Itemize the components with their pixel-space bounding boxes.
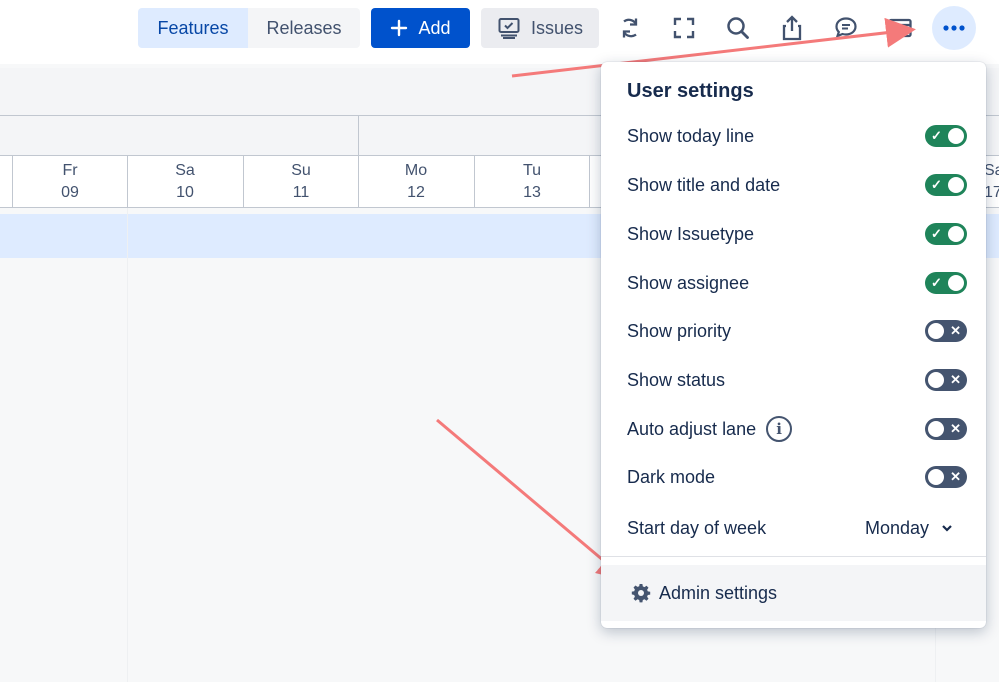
setting-label-group: Auto adjust lane i (627, 416, 793, 442)
popup-title: User settings (627, 80, 754, 102)
issues-button[interactable]: Issues (481, 8, 599, 48)
day-date: 09 (61, 184, 79, 201)
chevron-down-icon (942, 525, 952, 532)
day-of-week: Mo (404, 162, 428, 179)
admin-settings-link[interactable]: Admin settings (601, 565, 986, 621)
start-day-value: Monday (864, 517, 929, 538)
setting-label: Show priority (627, 320, 732, 341)
setting-label: Show status (627, 369, 726, 390)
day-date: 11 (292, 184, 310, 201)
app-root: Features Releases Add Issues Fr 09 Sa 10… (0, 0, 999, 682)
setting-row-assignee: Show assignee ✓ (627, 268, 967, 298)
plus-icon (391, 19, 408, 37)
day-date: 17 (984, 184, 999, 201)
setting-row-status: Show status ✕ (627, 365, 967, 395)
day-date: 13 (523, 184, 541, 201)
divider (601, 556, 986, 557)
setting-label: Auto adjust lane (627, 418, 757, 439)
setting-row-auto-adjust-lane: Auto adjust lane i ✕ (627, 414, 967, 444)
gear-icon (631, 584, 651, 603)
comment-icon[interactable] (828, 10, 864, 46)
info-icon[interactable]: i (766, 416, 793, 442)
grid-line (127, 208, 128, 682)
toggle-today-line[interactable]: ✓ (925, 125, 967, 147)
day-header: Sa 10 (127, 156, 242, 208)
day-header: Mo 12 (358, 156, 473, 208)
search-icon[interactable] (720, 10, 756, 46)
setting-label: Start day of week (627, 517, 767, 538)
setting-label: Show title and date (627, 174, 781, 195)
day-of-week: Sa (984, 162, 999, 179)
toggle-issuetype[interactable]: ✓ (925, 223, 967, 245)
admin-settings-label: Admin settings (659, 582, 778, 603)
start-day-select[interactable]: Monday (865, 518, 967, 539)
day-of-week: Tu (522, 162, 542, 179)
setting-row-issuetype: Show Issuetype ✓ (627, 219, 967, 249)
user-settings-popup: User settings Show today line ✓ Show tit… (601, 62, 986, 628)
setting-row-dark-mode: Dark mode ✕ (627, 462, 967, 492)
day-of-week: Su (291, 162, 311, 179)
toggle-priority[interactable]: ✕ (925, 320, 967, 342)
view-switcher: Features Releases (138, 8, 360, 48)
toggle-assignee[interactable]: ✓ (925, 272, 967, 294)
toggle-dark-mode[interactable]: ✕ (925, 466, 967, 488)
day-of-week: Sa (175, 162, 195, 179)
setting-label: Show assignee (627, 272, 750, 293)
setting-label: Show today line (627, 125, 755, 146)
add-label: Add (418, 17, 451, 38)
fullscreen-icon[interactable] (666, 10, 702, 46)
more-icon[interactable] (932, 6, 976, 50)
toolbar: Features Releases Add Issues (0, 0, 999, 64)
setting-row-today-line: Show today line ✓ (627, 121, 967, 151)
day-of-week: Fr (62, 162, 78, 179)
toggle-status[interactable]: ✕ (925, 369, 967, 391)
day-date: 10 (176, 184, 194, 201)
toggle-auto-adjust-lane[interactable]: ✕ (925, 418, 967, 440)
card-view-icon[interactable] (882, 10, 918, 46)
setting-label: Dark mode (627, 466, 716, 487)
setting-label: Show Issuetype (627, 223, 755, 244)
day-header: Fr 09 (12, 156, 127, 208)
day-header: Su 11 (243, 156, 358, 208)
setting-row-title-date: Show title and date ✓ (627, 170, 967, 200)
tab-features[interactable]: Features (138, 8, 248, 48)
day-date: 12 (407, 184, 425, 201)
refresh-icon[interactable] (612, 10, 648, 46)
tab-releases[interactable]: Releases (248, 8, 360, 48)
add-button[interactable]: Add (371, 8, 470, 48)
issues-label: Issues (530, 17, 584, 38)
toggle-title-date[interactable]: ✓ (925, 174, 967, 196)
setting-row-start-day: Start day of week Monday (627, 513, 967, 543)
share-icon[interactable] (774, 10, 810, 46)
setting-row-priority: Show priority ✕ (627, 316, 967, 346)
day-header: Tu 13 (474, 156, 589, 208)
issues-icon (498, 18, 520, 39)
